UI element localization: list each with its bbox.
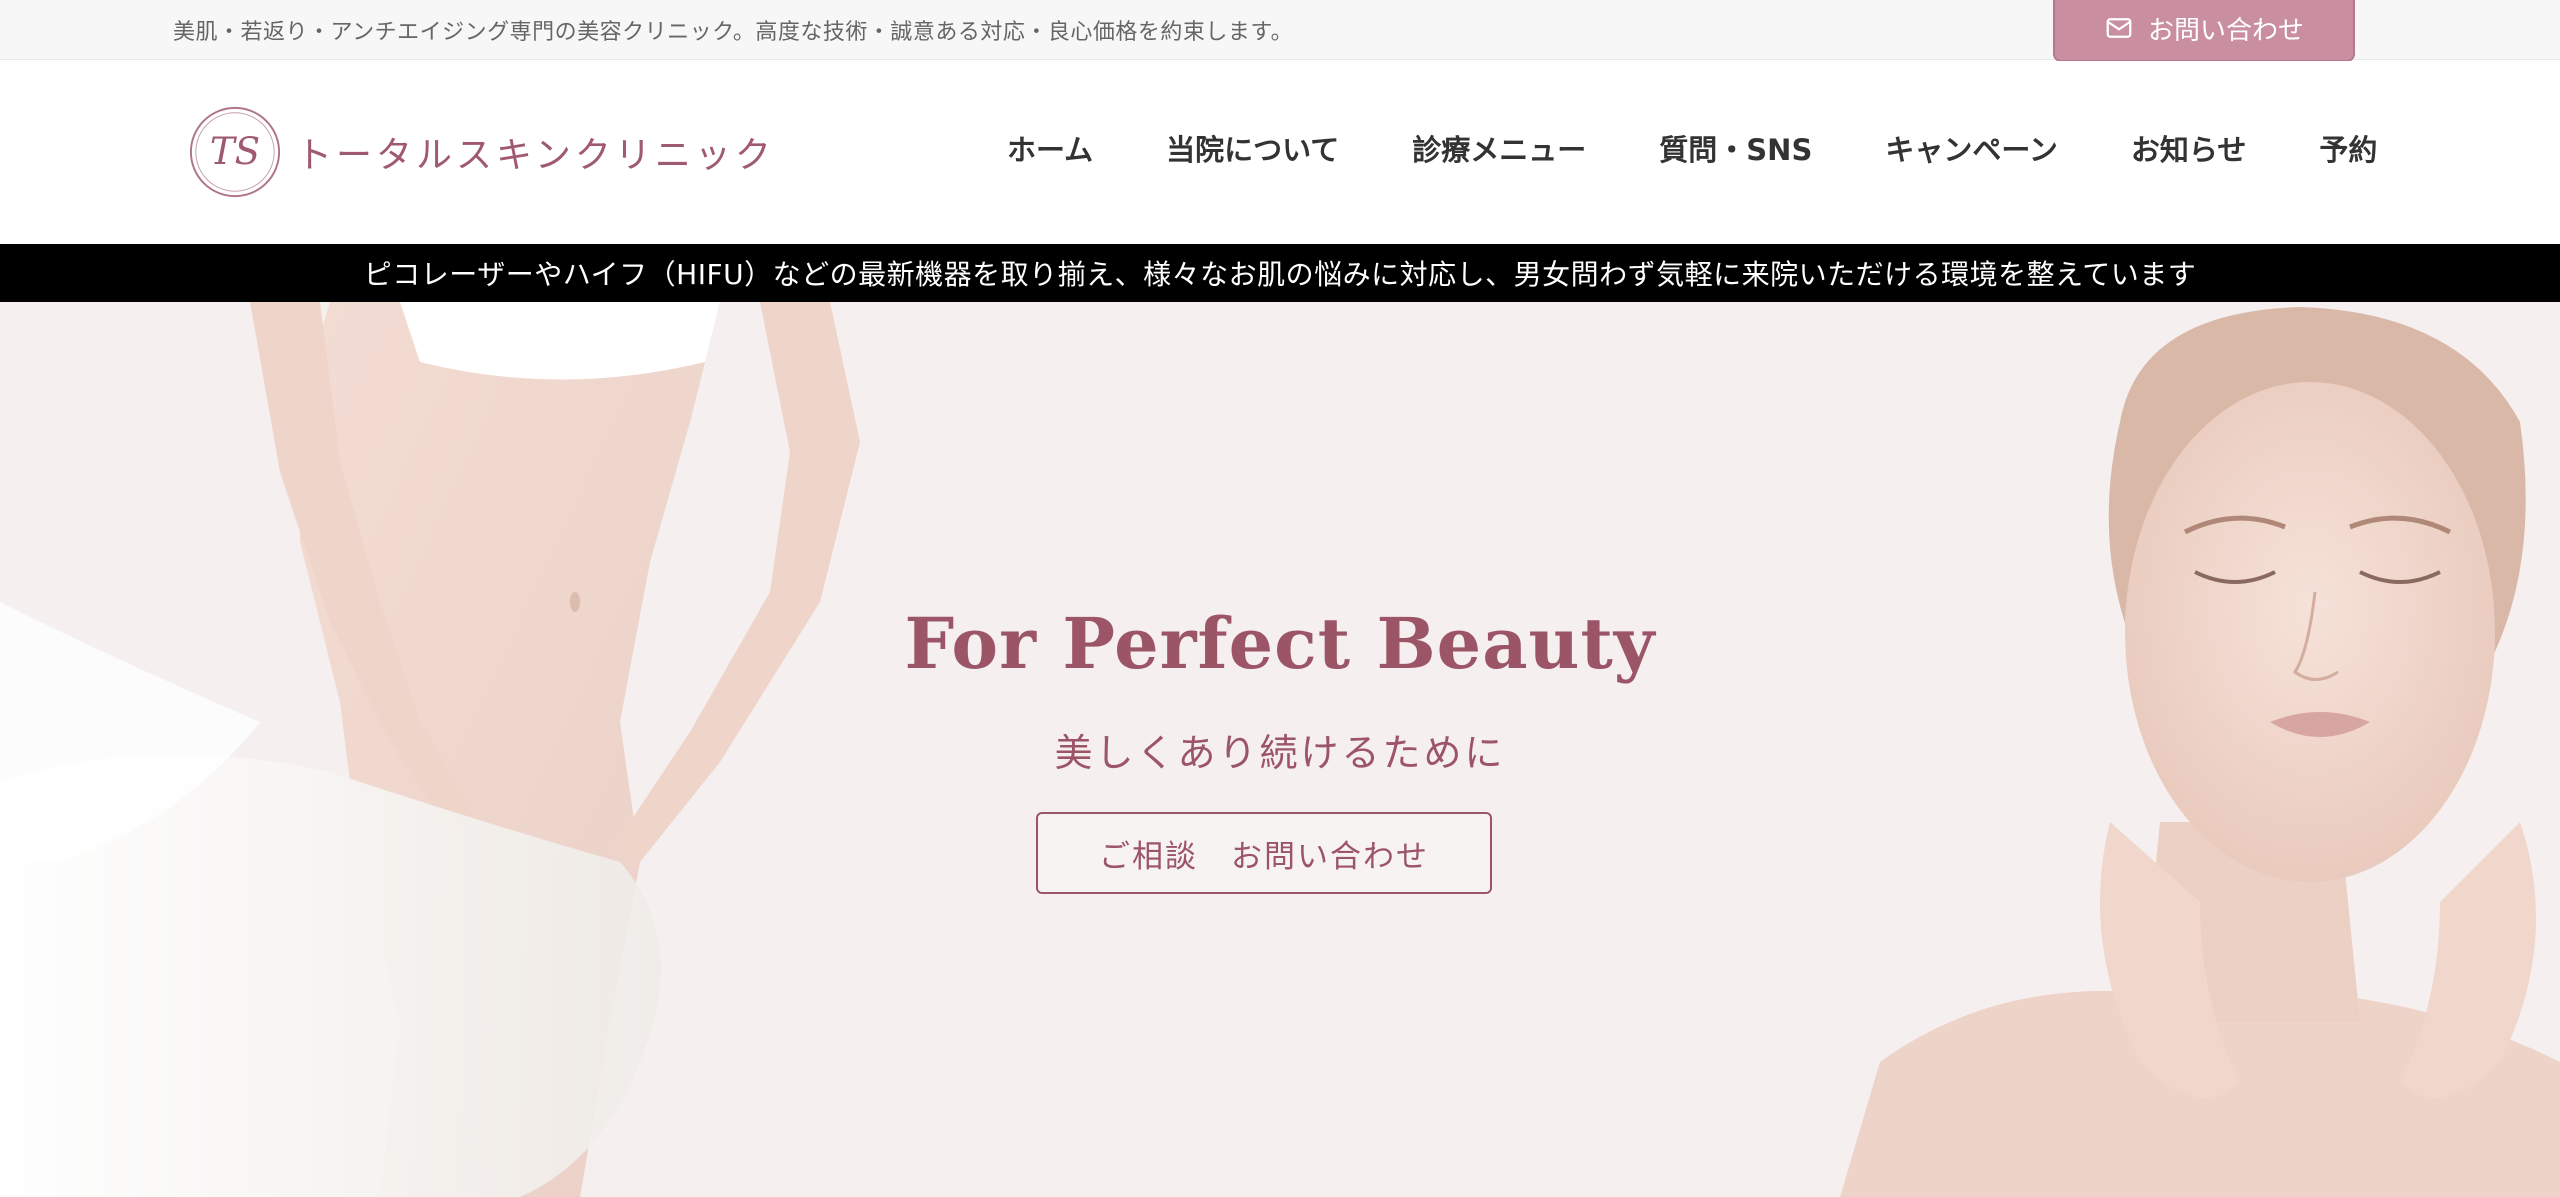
mail-icon [2106,18,2132,38]
nav-reservation[interactable]: 予約 [2319,127,2377,169]
svg-text:TS: TS [210,129,260,173]
hero-title: For Perfect Beauty [904,602,1656,685]
top-info-bar: 美肌・若返り・アンチエイジング専門の美容クリニック。高度な技術・誠意ある対応・良… [0,0,2560,62]
consult-contact-button[interactable]: ご相談 お問い合わせ [1036,812,1492,894]
nav-campaign[interactable]: キャンペーン [1885,127,2058,169]
nav-home[interactable]: ホーム [1007,127,1093,169]
contact-button-label: お問い合わせ [2147,15,2304,46]
logo[interactable]: TS トータルスキンクリニック [186,103,775,201]
main-nav: ホーム 当院について 診療メニュー 質問・SNS キャンペーン お知らせ 予約 [1007,127,2377,169]
logo-monogram: TS [189,106,281,198]
nav-about[interactable]: 当院について [1166,127,1339,169]
contact-button[interactable]: お問い合わせ [2053,0,2355,62]
nav-news[interactable]: お知らせ [2131,127,2246,169]
site-header: TS トータルスキンクリニック ホーム 当院について 診療メニュー 質問・SNS… [0,61,2560,244]
announcement-text: ピコレーザーやハイフ（HIFU）などの最新機器を取り揃え、様々なお肌の悩みに対応… [363,258,2197,291]
tagline: 美肌・若返り・アンチエイジング専門の美容クリニック。高度な技術・誠意ある対応・良… [173,20,1294,45]
nav-menu[interactable]: 診療メニュー [1412,127,1586,169]
nav-faq-sns[interactable]: 質問・SNS [1659,127,1812,169]
hero-subtitle: 美しくあり続けるために [1054,731,1506,775]
hero-section: For Perfect Beauty 美しくあり続けるために ご相談 お問い合わ… [0,302,2560,1197]
logo-text: トータルスキンクリニック [296,135,775,176]
announcement-bar: ピコレーザーやハイフ（HIFU）などの最新機器を取り揃え、様々なお肌の悩みに対応… [0,244,2560,302]
